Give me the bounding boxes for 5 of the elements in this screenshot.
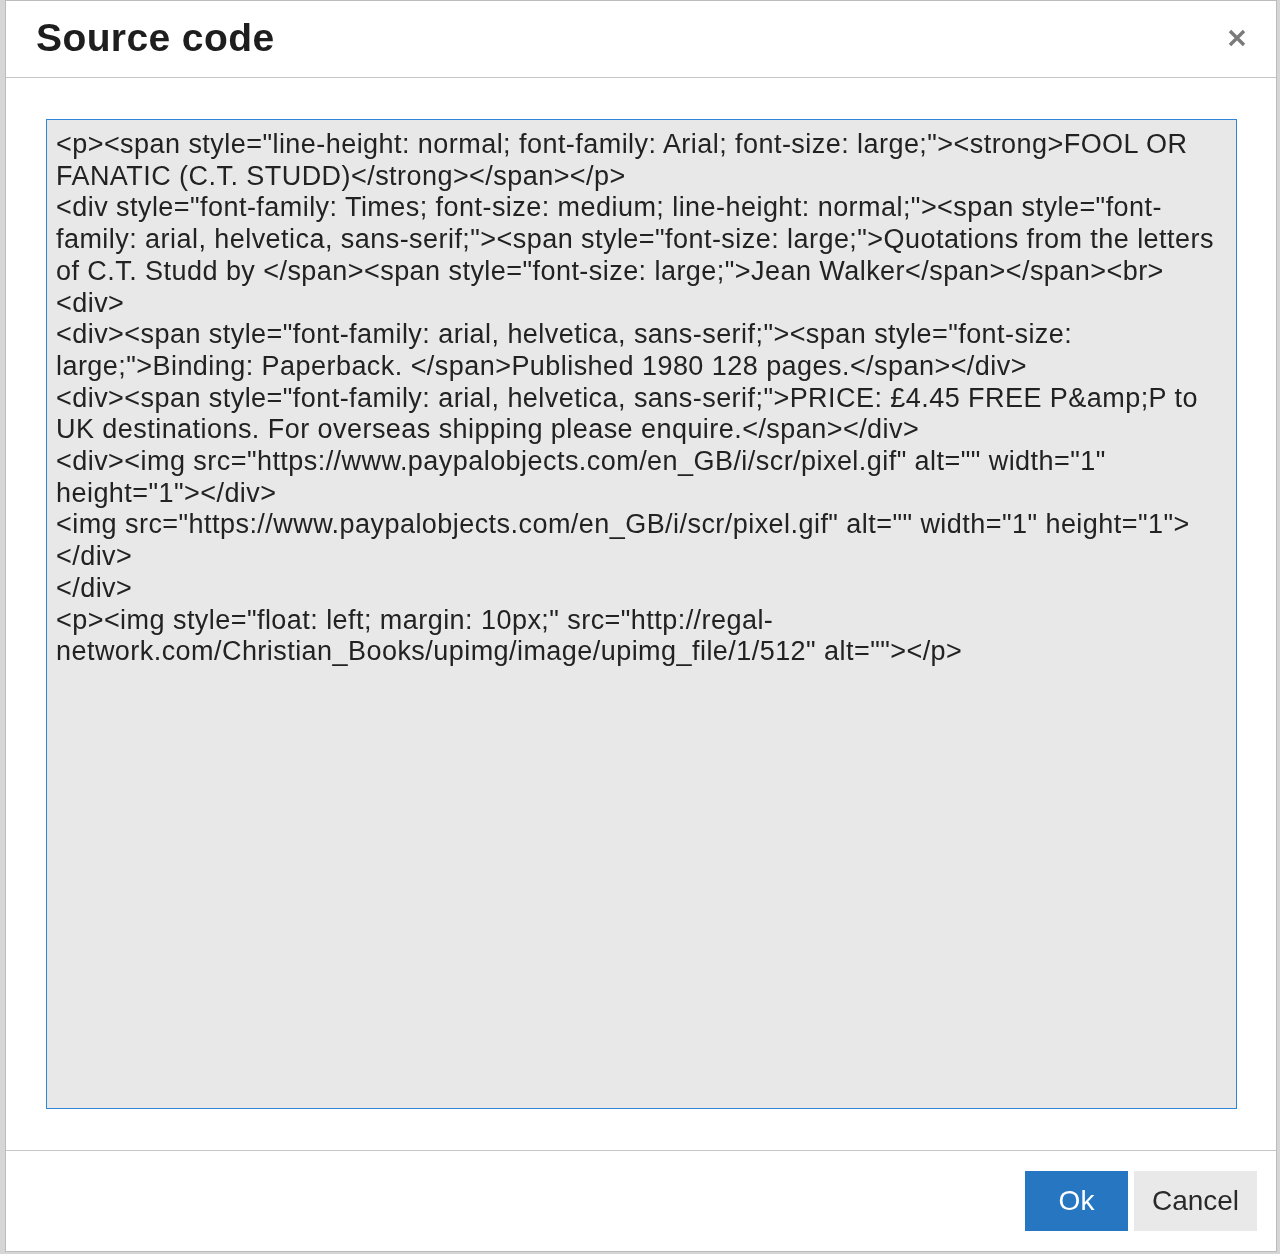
cancel-button[interactable]: Cancel <box>1134 1171 1257 1231</box>
source-code-field[interactable]: <p><span style="line-height: normal; font-family: Arial; font-size: large;"><strong>FOOL OR FANATIC (C.T. STUDD)</strong></span></p> <div style="font-family: Times; font-size: medium; line-height: normal;"><span style="font-family: arial, helvetica, sans-serif;"><span style="font-size: large;">Quotations from the letters of C.T. Studd by </span><span style="font-size: large;">Jean Walker</span></span><br> <div> <div><span style="font-family: arial, helvetica, sans-serif;"><span style="font-size: large;">Binding: Paperback. </span>Published 1980 128 pages.</span></div> <div><span style="font-family: arial, helvetica, sans-serif;">PRICE: £4.45 FREE P&amp;P to UK destinations. For overseas shipping please enquire.</span></div> <div><img src="https://www.paypalobjects.com/en_GB/i/scr/pixel.gif" alt="" width="1" height="1"></div> <img src="https://www.paypalobjects.com/en_GB/i/scr/pixel.gif" alt="" width="1" height="1"></div> </div> <p><img style="float: left; margin: 10px;" src="http://regal-network.com/Christian_Books/upimg/image/upimg_file/1/512" alt=""></p> <box>46 119 1237 1109</box>
dialog-title: Source code <box>36 16 275 60</box>
close-icon[interactable] <box>1228 29 1246 47</box>
ok-button[interactable]: Ok <box>1025 1171 1128 1231</box>
